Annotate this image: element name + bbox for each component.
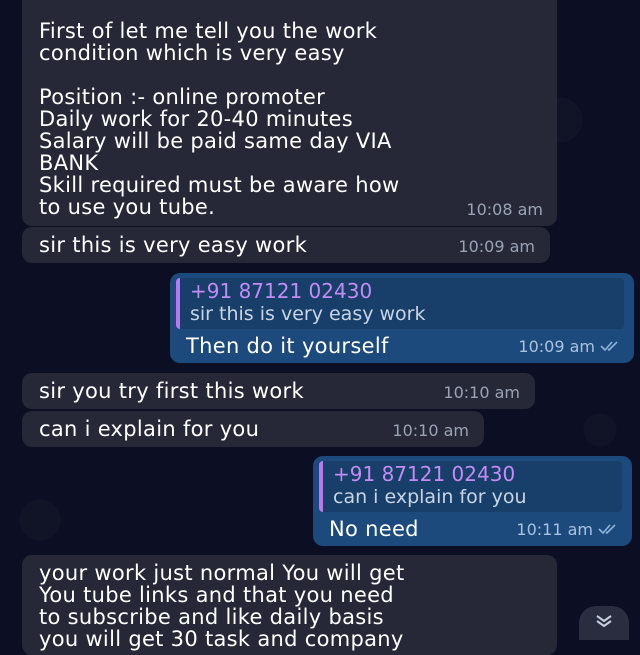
reply-sender: +91 87121 02430 <box>333 462 516 486</box>
double-chevron-down-icon <box>594 613 614 633</box>
message-time-text: 10:09 am <box>518 336 595 356</box>
message-text: your work just normal You will get You t… <box>39 561 405 651</box>
message-time: 10:10 am <box>443 383 520 402</box>
message-time: 10:08 am <box>466 200 543 219</box>
reply-quote[interactable]: +91 87121 02430 can i explain for you <box>319 461 622 512</box>
message-text: First of let me tell you the work condit… <box>39 19 400 219</box>
message-bubble-incoming[interactable]: your work just normal You will get You t… <box>22 555 557 655</box>
message-bubble-incoming[interactable]: sir this is very easy work 10:09 am <box>22 227 550 263</box>
reply-text: can i explain for you <box>333 486 527 508</box>
message-bubble-outgoing[interactable]: +91 87121 02430 sir this is very easy wo… <box>170 273 634 363</box>
message-bubble-incoming[interactable]: First of let me tell you the work condit… <box>22 0 557 226</box>
message-bubble-incoming[interactable]: can i explain for you 10:10 am <box>22 411 484 447</box>
message-bubble-incoming[interactable]: sir you try first this work 10:10 am <box>22 373 535 409</box>
message-time: 10:10 am <box>392 421 469 440</box>
reply-sender: +91 87121 02430 <box>190 279 373 303</box>
message-time: 10:09 am <box>458 237 535 256</box>
message-bubble-outgoing[interactable]: +91 87121 02430 can i explain for you No… <box>313 456 632 546</box>
message-time-text: 10:11 am <box>516 519 593 539</box>
message-time: 10:11 am <box>516 519 620 542</box>
double-check-icon <box>598 519 620 541</box>
double-check-icon <box>600 336 622 358</box>
reply-text: sir this is very easy work <box>190 303 426 325</box>
reply-quote[interactable]: +91 87121 02430 sir this is very easy wo… <box>176 278 624 329</box>
scroll-to-bottom-button[interactable] <box>579 606 629 640</box>
message-time: 10:09 am <box>518 336 622 359</box>
